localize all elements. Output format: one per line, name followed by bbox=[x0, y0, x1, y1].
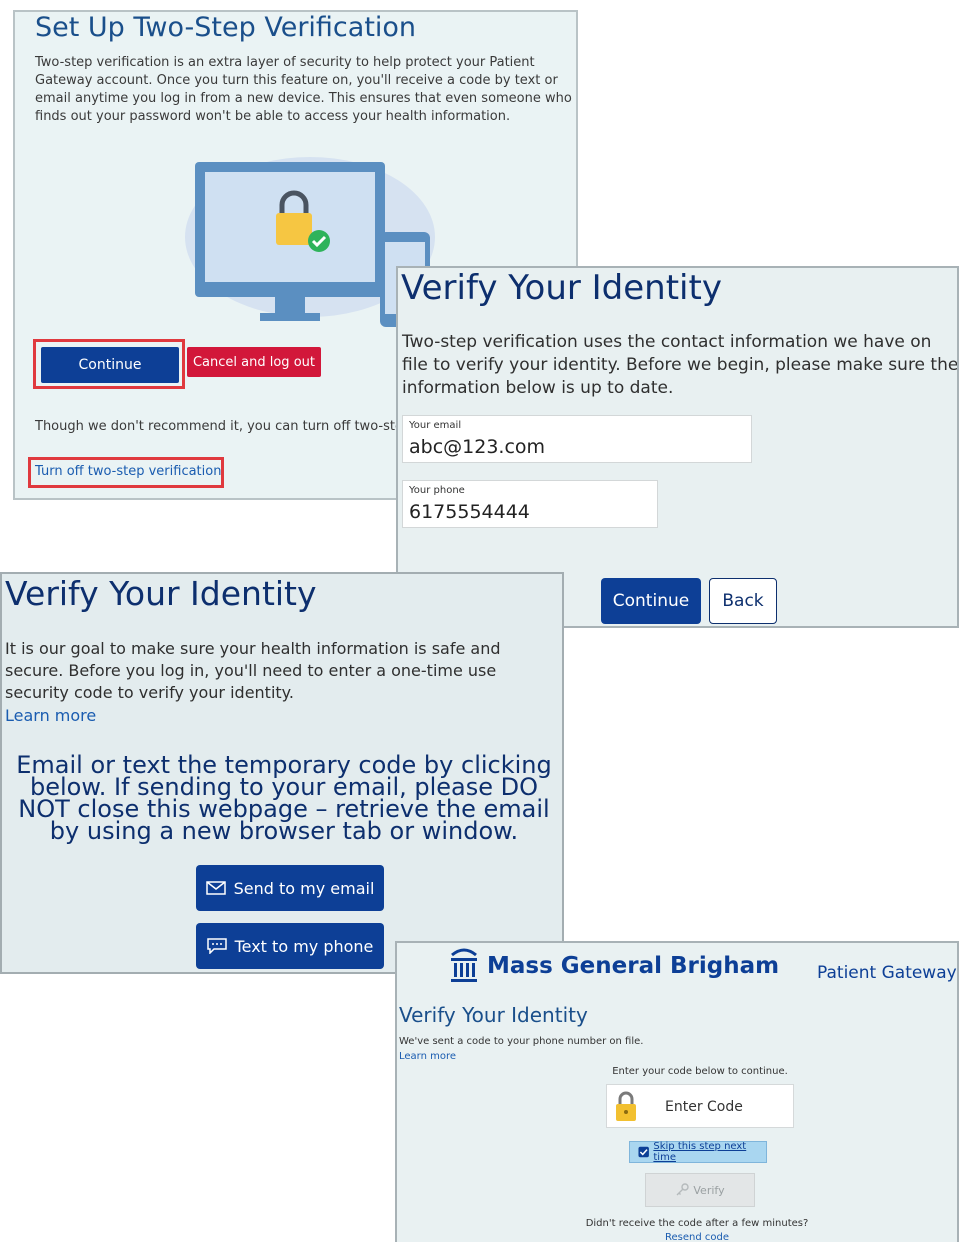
brand-logo: Mass General Brigham bbox=[449, 945, 779, 987]
resend-code-link[interactable]: Resend code bbox=[397, 1232, 957, 1242]
continue-button[interactable]: Continue bbox=[41, 347, 179, 383]
verify-button[interactable]: Verify bbox=[645, 1173, 755, 1207]
phone-value: 6175554444 bbox=[409, 501, 530, 523]
portal-name: Patient Gateway bbox=[817, 963, 957, 983]
turn-off-link[interactable]: Turn off two-step verification bbox=[35, 464, 221, 479]
verify-send-title: Verify Your Identity bbox=[5, 574, 317, 613]
setup-description: Two-step verification is an extra layer … bbox=[35, 55, 572, 124]
text-phone-button[interactable]: Text to my phone bbox=[196, 923, 384, 969]
phone-label: Your phone bbox=[409, 485, 465, 496]
cancel-logout-button[interactable]: Cancel and log out bbox=[187, 347, 321, 377]
mgb-logo-icon bbox=[451, 948, 477, 982]
verify-send-description: It is our goal to make sure your health … bbox=[5, 639, 501, 702]
verify-contact-description: Two-step verification uses the contact i… bbox=[402, 332, 959, 398]
lock-icon bbox=[616, 1091, 636, 1121]
skip-step-checkbox[interactable]: Skip this step next time bbox=[629, 1141, 767, 1163]
skip-step-label: Skip this step next time bbox=[653, 1141, 747, 1163]
checkbox-checked-icon bbox=[638, 1146, 649, 1158]
code-placeholder: Enter Code bbox=[665, 1099, 743, 1115]
key-icon bbox=[676, 1183, 690, 1196]
contact-continue-button[interactable]: Continue bbox=[601, 578, 701, 624]
text-phone-label: Text to my phone bbox=[234, 936, 374, 956]
code-input[interactable]: Enter Code bbox=[606, 1084, 794, 1128]
verify-code-title: Verify Your Identity bbox=[399, 1003, 588, 1027]
email-label: Your email bbox=[409, 420, 462, 431]
code-sent-message: We've sent a code to your phone number o… bbox=[399, 1036, 644, 1047]
learn-more-link[interactable]: Learn more bbox=[5, 706, 96, 725]
email-field[interactable]: Your email abc@123.com bbox=[402, 415, 752, 463]
setup-title: Set Up Two-Step Verification bbox=[35, 12, 417, 43]
didnt-receive-text: Didn't receive the code after a few minu… bbox=[585, 1218, 809, 1229]
enter-code-label: Enter your code below to continue. bbox=[612, 1066, 788, 1077]
code-learn-more-link[interactable]: Learn more bbox=[399, 1051, 456, 1062]
phone-field[interactable]: Your phone 6175554444 bbox=[402, 480, 658, 528]
send-email-label: Send to my email bbox=[233, 878, 375, 898]
email-value: abc@123.com bbox=[409, 436, 546, 458]
verify-contact-title: Verify Your Identity bbox=[401, 268, 722, 308]
brand-name: Mass General Brigham bbox=[487, 953, 780, 979]
verify-send-panel: Verify Your Identity It is our goal to m… bbox=[0, 572, 564, 974]
back-button[interactable]: Back bbox=[709, 578, 777, 624]
verify-code-panel: Mass General Brigham Patient Gateway Ver… bbox=[395, 941, 959, 1242]
verify-label: Verify bbox=[693, 1183, 725, 1197]
send-instructions: Email or text the temporary code by clic… bbox=[16, 751, 552, 845]
send-email-button[interactable]: Send to my email bbox=[196, 865, 384, 911]
chat-icon bbox=[206, 938, 227, 954]
envelope-icon bbox=[205, 881, 226, 895]
